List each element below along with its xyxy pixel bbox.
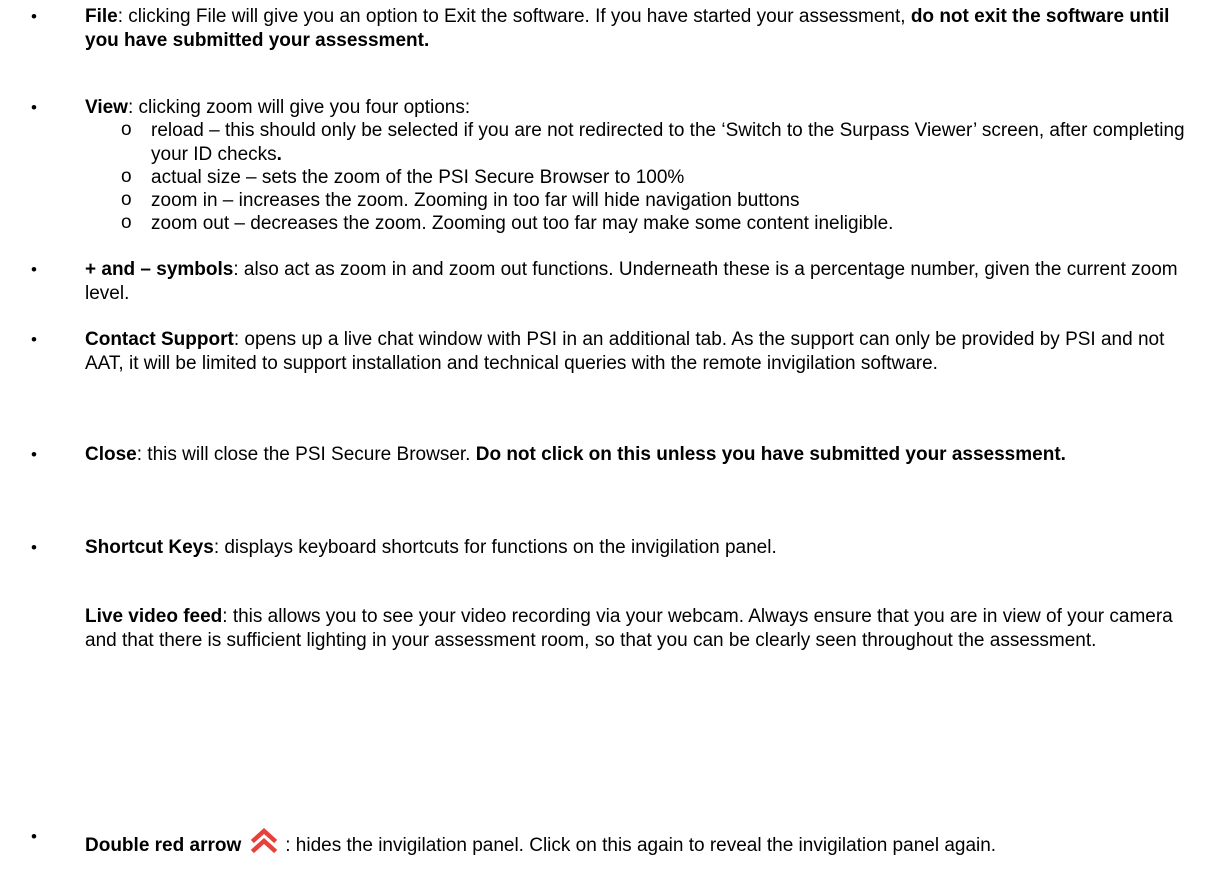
reload-description: reload – this should only be selected if…: [151, 120, 1185, 165]
bullet-marker: •: [31, 827, 37, 846]
shortcut-keys-description: : displays keyboard shortcuts for functi…: [213, 537, 777, 558]
bullet-marker: •: [31, 98, 37, 117]
bullet-marker: •: [31, 260, 37, 279]
sub-bullet-marker: o: [121, 119, 132, 140]
reload-period: .: [276, 144, 282, 165]
list-item-view: • View: clicking zoom will give you four…: [31, 96, 1205, 120]
close-warning: Do not click on this unless you have sub…: [475, 444, 1066, 465]
list-item-close: • Close: this will close the PSI Secure …: [31, 443, 1205, 467]
term-zoom-symbols: + and – symbols: [85, 259, 234, 280]
list-item-file: • File: clicking File will give you an o…: [31, 5, 1205, 53]
term-live-video: Live video feed: [85, 606, 223, 627]
file-description: : clicking File will give you an option …: [117, 6, 911, 27]
view-description: : clicking zoom will give you four optio…: [127, 97, 471, 118]
term-close: Close: [85, 444, 137, 465]
list-item-contact-support: • Contact Support: opens up a live chat …: [31, 328, 1205, 376]
zoom-symbols-description: : also act as zoom in and zoom out funct…: [85, 259, 1178, 304]
list-item-double-red-arrow: • Double red arrow : hides the invigilati…: [31, 825, 1205, 858]
double-red-arrow-description: : hides the invigilation panel. Click on…: [285, 835, 997, 856]
sub-bullet-marker: o: [121, 189, 132, 210]
view-option-zoom-in: o zoom in – increases the zoom. Zooming …: [121, 189, 1201, 213]
view-option-reload: o reload – this should only be selected …: [121, 119, 1201, 167]
double-chevron-up-icon: [249, 825, 279, 855]
list-item-zoom-symbols: • + and – symbols: also act as zoom in a…: [31, 258, 1205, 306]
actual-size-description: actual size – sets the zoom of the PSI S…: [151, 167, 685, 188]
bullet-marker: •: [31, 330, 37, 349]
term-shortcut-keys: Shortcut Keys: [85, 537, 214, 558]
list-item-shortcut-keys: • Shortcut Keys: displays keyboard short…: [31, 536, 1205, 560]
live-video-paragraph: Live video feed: this allows you to see …: [85, 605, 1205, 653]
live-video-description: : this allows you to see your video reco…: [85, 606, 1173, 651]
bullet-marker: •: [31, 445, 37, 464]
view-option-actual-size: o actual size – sets the zoom of the PSI…: [121, 166, 1201, 190]
term-contact-support: Contact Support: [85, 329, 234, 350]
term-file: File: [85, 6, 118, 27]
contact-support-description: : opens up a live chat window with PSI i…: [85, 329, 1165, 374]
zoom-in-description: zoom in – increases the zoom. Zooming in…: [151, 190, 800, 211]
sub-bullet-marker: o: [121, 166, 132, 187]
sub-bullet-marker: o: [121, 212, 132, 233]
zoom-out-description: zoom out – decreases the zoom. Zooming o…: [151, 213, 894, 234]
term-view: View: [85, 97, 128, 118]
bullet-marker: •: [31, 538, 37, 557]
term-double-red-arrow: Double red arrow: [85, 835, 242, 856]
bullet-marker: •: [31, 7, 37, 26]
view-option-zoom-out: o zoom out – decreases the zoom. Zooming…: [121, 212, 1201, 236]
close-description: : this will close the PSI Secure Browser…: [136, 444, 476, 465]
